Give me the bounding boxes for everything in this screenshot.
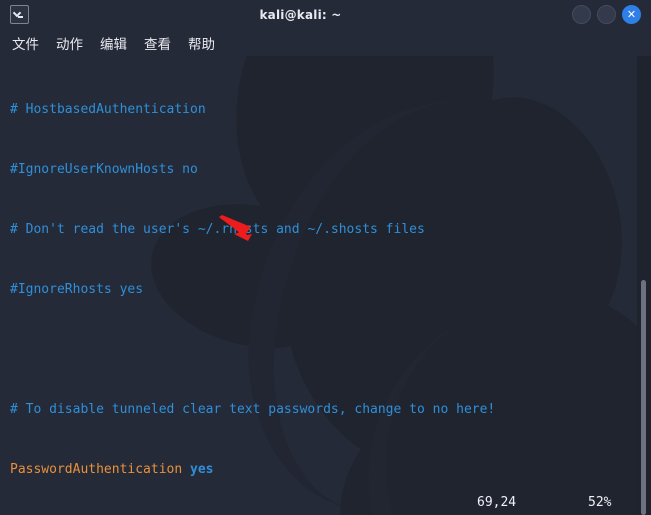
line-text: # To disable tunneled clear text passwor…: [10, 402, 496, 417]
menu-item-help[interactable]: 帮助: [188, 33, 215, 53]
menu-item-actions[interactable]: 动作: [56, 33, 83, 53]
terminal-body[interactable]: # HostbasedAuthentication #IgnoreUserKno…: [0, 56, 651, 515]
terminal-icon: [10, 5, 29, 24]
window-title: kali@kali: ~: [259, 7, 342, 22]
text-line-password-authentication: PasswordAuthentication yes: [10, 460, 651, 480]
close-button[interactable]: ✕: [622, 5, 641, 24]
config-key: PasswordAuthentication: [10, 462, 183, 477]
text-line-blank: [10, 340, 651, 360]
line-text: #IgnoreUserKnownHosts no: [10, 162, 198, 177]
scrollbar-thumb[interactable]: [641, 280, 646, 515]
vim-status-line: -- 插入 -- 69,24 52%: [0, 493, 641, 513]
text-line: # Don't read the user's ~/.rhosts and ~/…: [10, 220, 651, 240]
line-text: # Don't read the user's ~/.rhosts and ~/…: [10, 222, 425, 237]
cursor-position: 69,24: [477, 495, 517, 510]
menu-bar: 文件 动作 编辑 查看 帮助: [0, 29, 651, 56]
menu-item-file[interactable]: 文件: [12, 33, 39, 53]
line-text: # HostbasedAuthentication: [10, 102, 206, 117]
minimize-button[interactable]: [572, 5, 591, 24]
editor-text-area[interactable]: # HostbasedAuthentication #IgnoreUserKno…: [0, 56, 651, 515]
config-value: yes: [190, 462, 214, 477]
text-line: #IgnoreRhosts yes: [10, 280, 651, 300]
title-bar[interactable]: kali@kali: ~ ✕: [0, 0, 651, 29]
text-line: # HostbasedAuthentication: [10, 100, 651, 120]
scrollbar[interactable]: [637, 56, 651, 515]
menu-item-view[interactable]: 查看: [144, 33, 171, 53]
text-line: #IgnoreUserKnownHosts no: [10, 160, 651, 180]
terminal-window: kali@kali: ~ ✕ 文件 动作 编辑 查看 帮助 # Hostbase…: [0, 0, 651, 515]
line-text: #IgnoreRhosts yes: [10, 282, 144, 297]
scroll-percentage: 52%: [588, 495, 612, 510]
menu-item-edit[interactable]: 编辑: [100, 33, 127, 53]
window-controls: ✕: [572, 5, 641, 24]
text-line: # To disable tunneled clear text passwor…: [10, 400, 651, 420]
maximize-button[interactable]: [597, 5, 616, 24]
close-icon: ✕: [626, 7, 637, 21]
